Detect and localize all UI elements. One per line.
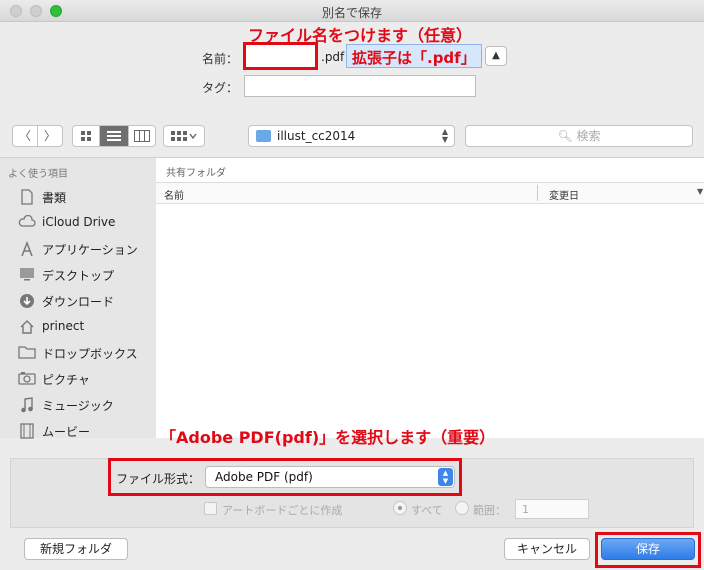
sidebar-item-dropbox[interactable]: ドロップボックス xyxy=(18,342,156,364)
sidebar-item-label: ミュージック xyxy=(42,399,114,413)
sidebar-item-downloads[interactable]: ダウンロード xyxy=(18,290,156,312)
column-view-button[interactable] xyxy=(128,125,156,147)
columns-icon xyxy=(134,130,150,142)
sidebar-item-label: iCloud Drive xyxy=(42,215,116,229)
sort-chevron-icon: ▼ xyxy=(697,187,704,196)
current-folder-path: 共有フォルダ xyxy=(166,168,226,179)
music-icon xyxy=(18,397,36,413)
name-input[interactable] xyxy=(243,42,318,70)
search-icon: 🔍︎ xyxy=(557,129,573,143)
home-icon xyxy=(18,319,36,335)
desktop-icon xyxy=(18,267,36,283)
name-label: 名前： xyxy=(201,52,238,66)
location-text: illust_cc2014 xyxy=(277,129,356,143)
range-label: 範囲： xyxy=(473,504,506,517)
all-radio[interactable] xyxy=(393,501,407,515)
column-divider[interactable] xyxy=(537,185,538,201)
search-input[interactable]: 🔍︎ 検索 xyxy=(465,125,693,147)
grid-icon xyxy=(81,131,91,141)
sidebar-item-prinect[interactable]: prinect xyxy=(18,316,156,338)
format-select[interactable]: Adobe PDF (pdf) ▲ ▼ xyxy=(205,466,455,488)
tag-input[interactable] xyxy=(244,75,476,97)
back-button[interactable]: 〈 xyxy=(12,125,38,147)
sidebar-item-music[interactable]: ミュージック xyxy=(18,394,156,416)
camera-icon xyxy=(18,371,36,387)
format-annotation: 「Adobe PDF(pdf)」を選択します（重要） xyxy=(160,428,496,447)
sidebar-item-label: ダウンロード xyxy=(42,295,115,309)
artboard-label: アートボードごとに作成 xyxy=(222,504,343,517)
sidebar-item-label: 書類 xyxy=(42,191,67,205)
new-folder-button[interactable]: 新規フォルダ xyxy=(24,538,128,560)
updown-icon: ▲ ▼ xyxy=(441,127,448,144)
sidebar-item-label: prinect xyxy=(42,319,85,333)
film-icon xyxy=(18,423,36,439)
list-view-button[interactable] xyxy=(99,125,129,147)
applications-icon xyxy=(18,240,36,257)
updown-icon: ▲ ▼ xyxy=(438,468,453,486)
location-select[interactable]: illust_cc2014 ▲ ▼ xyxy=(248,125,455,147)
range-radio[interactable] xyxy=(455,501,469,515)
search-placeholder: 検索 xyxy=(576,129,601,143)
chevron-up-icon: ▲ xyxy=(492,50,500,61)
format-value: Adobe PDF (pdf) xyxy=(215,470,313,484)
format-label: ファイル形式： xyxy=(116,472,201,486)
sidebar-item-desktop[interactable]: デスクトップ xyxy=(18,264,156,286)
folder-icon xyxy=(18,345,36,361)
sidebar-item-label: デスクトップ xyxy=(42,269,115,283)
file-list: 共有フォルダ 名前 変更日 ▼ xyxy=(156,157,704,438)
column-header-modified[interactable]: 変更日 xyxy=(549,187,579,202)
sidebar-item-label: ムービー xyxy=(42,425,91,439)
title-bar: 別名で保存 xyxy=(0,0,704,22)
arrange-button[interactable] xyxy=(163,125,205,147)
document-icon xyxy=(18,189,36,205)
sidebar: よく使う項目 書類 iCloud Drive アプリケーション デスクトップ ダ… xyxy=(0,157,156,439)
sidebar-header: よく使う項目 xyxy=(8,169,68,180)
sidebar-item-icloud[interactable]: iCloud Drive xyxy=(18,212,156,234)
folder-icon xyxy=(256,130,271,142)
collapse-chevron-button[interactable]: ▲ xyxy=(485,46,507,66)
all-label: すべて xyxy=(411,504,443,517)
cancel-button[interactable]: キャンセル xyxy=(504,538,590,560)
column-header-name[interactable]: 名前 xyxy=(164,187,184,202)
chevron-right-icon: 〉 xyxy=(43,129,56,143)
icon-view-button[interactable] xyxy=(72,125,100,147)
extension-annotation: 拡張子は「.pdf」 xyxy=(346,44,482,68)
extension-text: .pdf xyxy=(321,50,345,64)
sidebar-item-movies[interactable]: ムービー xyxy=(18,420,156,442)
forward-button[interactable]: 〉 xyxy=(37,125,63,147)
list-icon xyxy=(107,131,121,141)
sidebar-item-label: ピクチャ xyxy=(42,373,90,387)
arrange-icon xyxy=(171,131,197,141)
window-title: 別名で保存 xyxy=(321,6,382,20)
sidebar-item-label: ドロップボックス xyxy=(42,347,138,361)
sidebar-item-pictures[interactable]: ピクチャ xyxy=(18,368,156,390)
sidebar-item-applications[interactable]: アプリケーション xyxy=(18,238,156,260)
range-input[interactable]: 1 xyxy=(515,499,589,519)
save-button[interactable]: 保存 xyxy=(601,538,695,560)
tag-label: タグ： xyxy=(201,81,238,95)
chevron-left-icon: 〈 xyxy=(18,129,31,143)
artboard-checkbox[interactable] xyxy=(204,502,217,515)
sidebar-item-label: アプリケーション xyxy=(42,243,138,257)
cloud-icon xyxy=(18,214,36,231)
download-icon xyxy=(18,293,36,309)
sidebar-item-documents[interactable]: 書類 xyxy=(18,186,156,208)
file-list-header: 名前 変更日 ▼ xyxy=(156,182,704,204)
